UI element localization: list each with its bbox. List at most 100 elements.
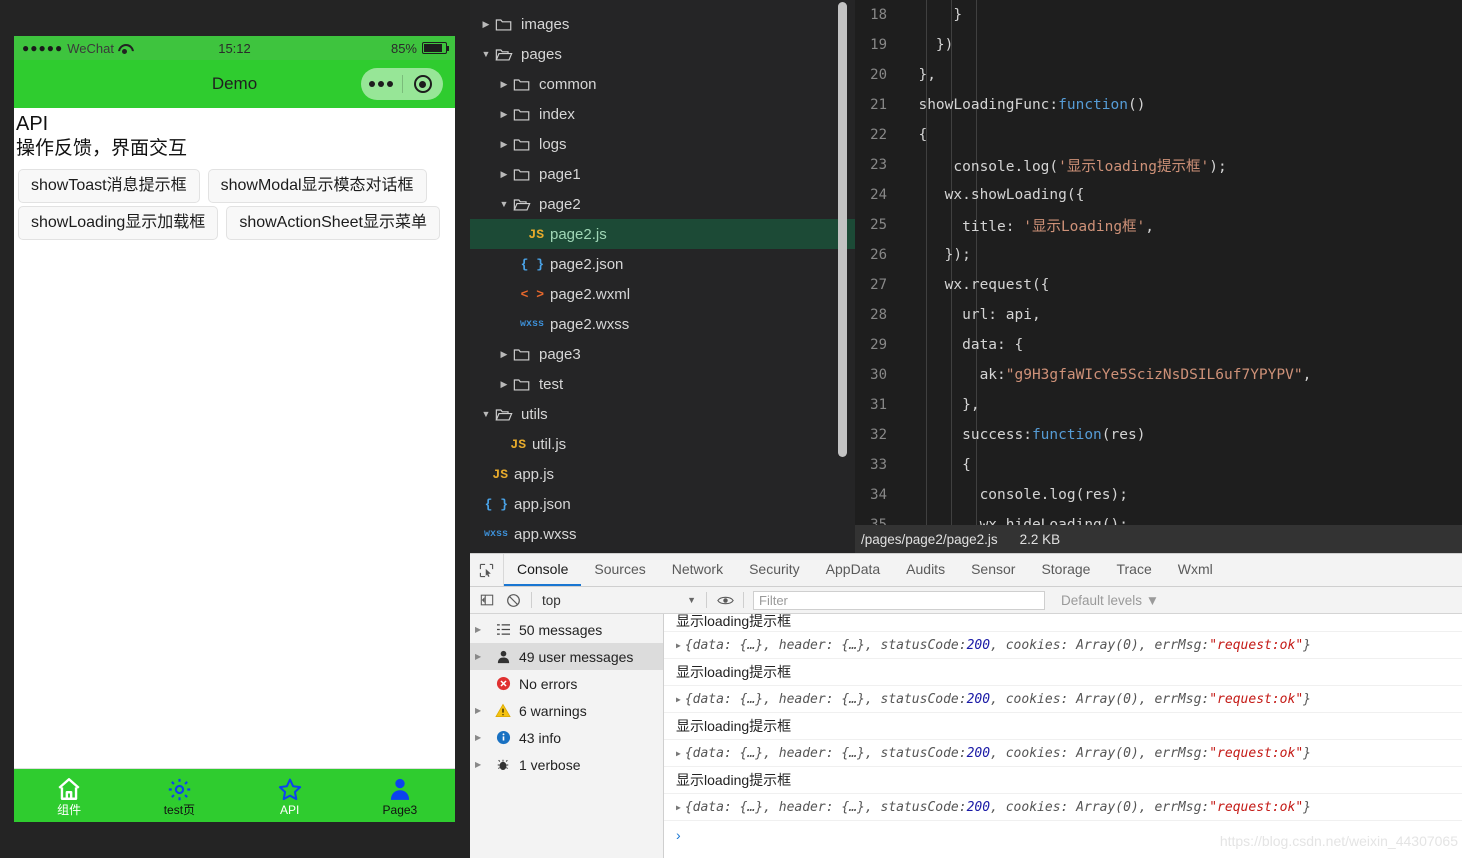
code-text[interactable]: title: '显示Loading框',: [901, 215, 1154, 236]
filter-input[interactable]: Filter: [753, 591, 1045, 610]
code-line[interactable]: 34 console.log(res);: [855, 480, 1462, 510]
console-log-message[interactable]: 显示loading提示框: [664, 614, 1462, 632]
console-output[interactable]: 显示loading提示框▶{data: {…}, header: {…}, st…: [664, 614, 1462, 858]
code-text[interactable]: },: [901, 397, 980, 413]
code-line[interactable]: 33 {: [855, 450, 1462, 480]
tree-file-util.js[interactable]: JSutil.js: [470, 429, 855, 459]
tree-folder-test[interactable]: test: [470, 369, 855, 399]
code-text[interactable]: });: [901, 247, 971, 263]
tree-folder-pages[interactable]: pages: [470, 39, 855, 69]
show-console-sidebar-icon[interactable]: [474, 593, 500, 607]
chevron-right-icon[interactable]: ▶: [475, 625, 487, 634]
code-line[interactable]: 27 wx.request({: [855, 270, 1462, 300]
code-line[interactable]: 28 url: api,: [855, 300, 1462, 330]
code-text[interactable]: console.log(res);: [901, 487, 1128, 503]
tab-network[interactable]: Network: [659, 554, 736, 586]
code-text[interactable]: console.log('显示loading提示框');: [901, 155, 1227, 176]
tree-folder-page3[interactable]: page3: [470, 339, 855, 369]
tab-console[interactable]: Console: [504, 554, 581, 586]
chevron-right-icon[interactable]: [496, 169, 512, 180]
devtools-tab-bar[interactable]: ConsoleSourcesNetworkSecurityAppDataAudi…: [470, 554, 1462, 587]
chevron-right-icon[interactable]: ▶: [475, 652, 487, 661]
console-prompt[interactable]: ›: [664, 821, 1462, 848]
inspect-element-icon[interactable]: [470, 554, 504, 586]
tree-folder-page2[interactable]: page2: [470, 189, 855, 219]
code-text[interactable]: showLoadingFunc:function(): [901, 97, 1145, 113]
code-line[interactable]: 21 showLoadingFunc:function(): [855, 90, 1462, 120]
clear-console-icon[interactable]: [500, 593, 526, 608]
code-text[interactable]: },: [901, 67, 936, 83]
code-text[interactable]: wx.request({: [901, 277, 1049, 293]
chevron-down-icon[interactable]: [496, 199, 512, 209]
expand-arrow-icon[interactable]: ▶: [676, 641, 681, 650]
chevron-down-icon[interactable]: [478, 49, 494, 59]
console-log-message[interactable]: 显示loading提示框: [664, 713, 1462, 740]
tree-folder-images[interactable]: images: [470, 9, 855, 39]
devtools-panel[interactable]: ConsoleSourcesNetworkSecurityAppDataAudi…: [470, 553, 1462, 858]
tab-wxml[interactable]: Wxml: [1165, 554, 1226, 586]
expand-arrow-icon[interactable]: ▶: [676, 749, 681, 758]
chevron-right-icon[interactable]: ▶: [475, 706, 487, 715]
chevron-right-icon[interactable]: [496, 79, 512, 90]
tab-sensor[interactable]: Sensor: [958, 554, 1028, 586]
file-tree[interactable]: imagespagescommonindexlogspage1page2JSpa…: [470, 0, 855, 553]
more-dots-icon[interactable]: [361, 81, 402, 87]
file-explorer-panel[interactable]: imagespagescommonindexlogspage1page2JSpa…: [470, 0, 855, 553]
tree-folder-logs[interactable]: logs: [470, 129, 855, 159]
code-line[interactable]: 29 data: {: [855, 330, 1462, 360]
console-messages[interactable]: 显示loading提示框▶{data: {…}, header: {…}, st…: [664, 614, 1462, 821]
tree-folder-utils[interactable]: utils: [470, 399, 855, 429]
code-text[interactable]: {: [901, 457, 971, 473]
live-expression-eye-icon[interactable]: [712, 594, 738, 607]
console-object-message[interactable]: ▶{data: {…}, header: {…}, statusCode: 20…: [664, 632, 1462, 659]
tree-file-app.js[interactable]: JSapp.js: [470, 459, 855, 489]
code-text[interactable]: data: {: [901, 337, 1023, 353]
console-sidebar-item[interactable]: ▶49 user messages: [470, 643, 663, 670]
code-line[interactable]: 24 wx.showLoading({: [855, 180, 1462, 210]
tree-file-page2.json[interactable]: { }page2.json: [470, 249, 855, 279]
console-sidebar-item[interactable]: ▶43 info: [470, 724, 663, 751]
code-text[interactable]: wx.showLoading({: [901, 187, 1084, 203]
chevron-down-icon[interactable]: [478, 409, 494, 419]
console-object-message[interactable]: ▶{data: {…}, header: {…}, statusCode: 20…: [664, 794, 1462, 821]
code-line[interactable]: 23 console.log('显示loading提示框');: [855, 150, 1462, 180]
tab-test[interactable]: test页: [124, 775, 234, 816]
console-log-message[interactable]: 显示loading提示框: [664, 659, 1462, 686]
tree-folder-index[interactable]: index: [470, 99, 855, 129]
tab-components[interactable]: 组件: [14, 775, 124, 816]
chevron-right-icon[interactable]: [496, 139, 512, 150]
code-editor[interactable]: 18 }19 })20 },21 showLoadingFunc:functio…: [855, 0, 1462, 525]
chevron-right-icon[interactable]: [496, 109, 512, 120]
show-modal-button[interactable]: showModal显示模态对话框: [208, 169, 427, 203]
show-toast-button[interactable]: showToast消息提示框: [18, 169, 200, 203]
console-sidebar[interactable]: ▶50 messages▶49 user messagesNo errors▶6…: [470, 614, 664, 858]
code-text[interactable]: url: api,: [901, 307, 1041, 323]
expand-arrow-icon[interactable]: ▶: [676, 803, 681, 812]
code-line[interactable]: 31 },: [855, 390, 1462, 420]
wechat-capsule-button[interactable]: [361, 68, 443, 100]
code-text[interactable]: }: [901, 7, 962, 23]
explorer-scrollbar[interactable]: [838, 2, 847, 457]
console-object-message[interactable]: ▶{data: {…}, header: {…}, statusCode: 20…: [664, 686, 1462, 713]
show-action-sheet-button[interactable]: showActionSheet显示菜单: [226, 206, 440, 240]
code-lines[interactable]: 18 }19 })20 },21 showLoadingFunc:functio…: [855, 0, 1462, 525]
code-line[interactable]: 32 success:function(res): [855, 420, 1462, 450]
chevron-right-icon[interactable]: ▶: [475, 733, 487, 742]
tree-folder-page1[interactable]: page1: [470, 159, 855, 189]
tree-file-app.wxss[interactable]: wxssapp.wxss: [470, 519, 855, 549]
tab-appdata[interactable]: AppData: [813, 554, 893, 586]
chevron-right-icon[interactable]: [496, 379, 512, 390]
code-line[interactable]: 35 wx.hideLoading();: [855, 510, 1462, 525]
devtools-tabs[interactable]: ConsoleSourcesNetworkSecurityAppDataAudi…: [504, 554, 1226, 586]
chevron-right-icon[interactable]: [496, 349, 512, 360]
code-line[interactable]: 30 ak:"g9H3gfaWIcYe5ScizNsDSIL6uf7YPYPV"…: [855, 360, 1462, 390]
console-sidebar-item[interactable]: ▶50 messages: [470, 616, 663, 643]
show-loading-button[interactable]: showLoading显示加载框: [18, 206, 218, 240]
console-toolbar[interactable]: top ▼ Filter Default levels ▼: [470, 587, 1462, 614]
tree-file-page2.wxss[interactable]: wxsspage2.wxss: [470, 309, 855, 339]
tree-file-page2.js[interactable]: JSpage2.js: [470, 219, 855, 249]
tab-audits[interactable]: Audits: [893, 554, 958, 586]
console-object-message[interactable]: ▶{data: {…}, header: {…}, statusCode: 20…: [664, 740, 1462, 767]
chevron-right-icon[interactable]: [478, 19, 494, 30]
tab-trace[interactable]: Trace: [1103, 554, 1164, 586]
